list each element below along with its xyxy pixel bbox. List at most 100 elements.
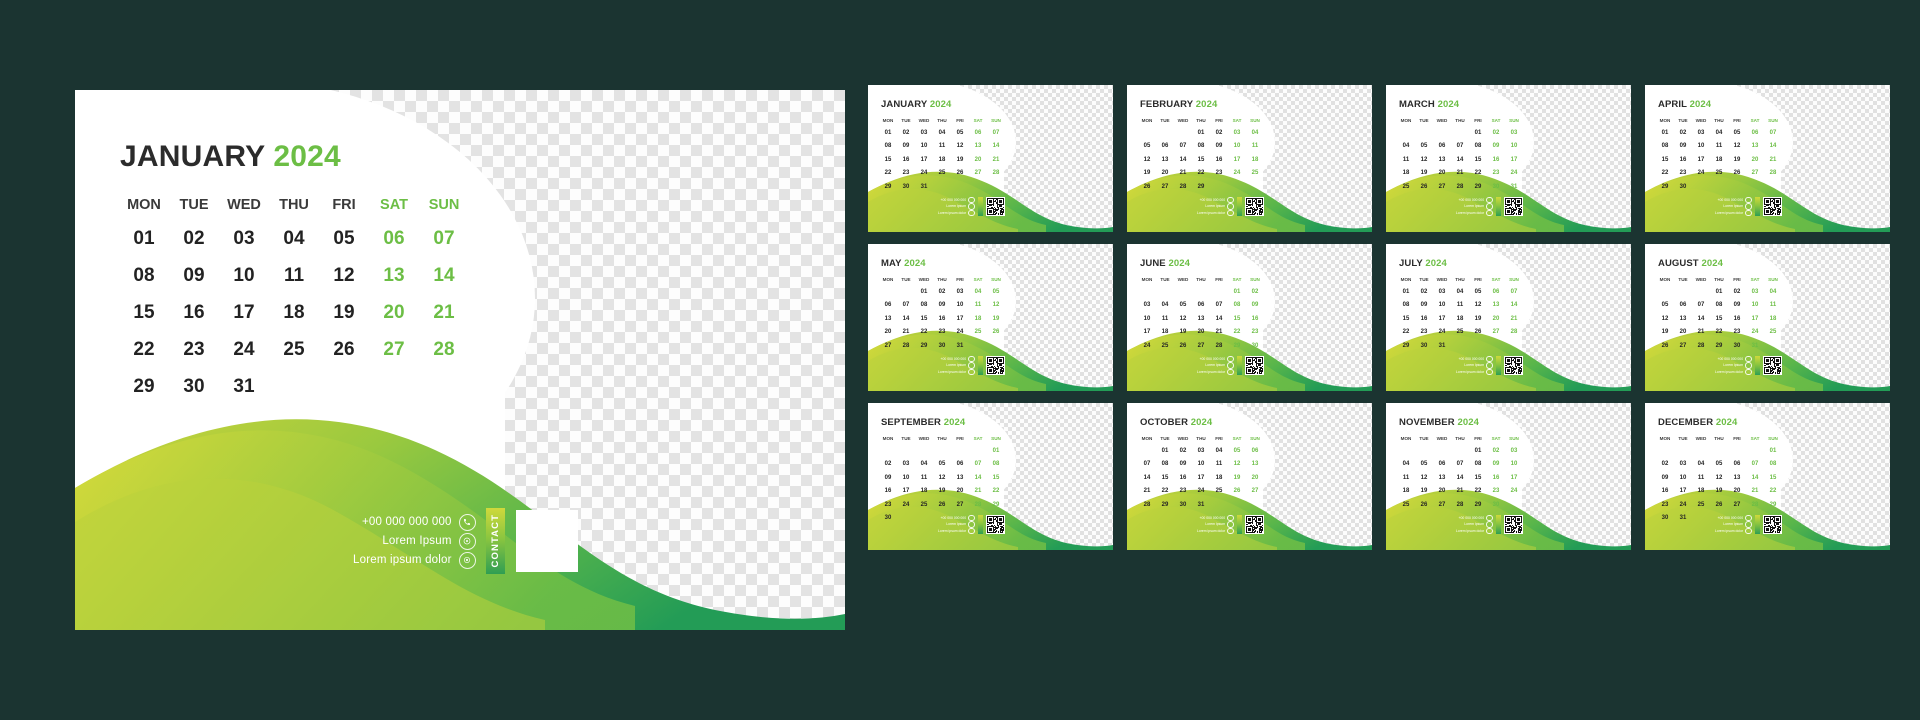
calendar-day-31[interactable]: 31 [1192, 498, 1210, 512]
calendar-day-23[interactable]: 23 [1415, 326, 1433, 340]
calendar-day-29[interactable]: 29 [1156, 498, 1174, 512]
calendar-day-18[interactable]: 18 [269, 294, 319, 331]
calendar-day-09[interactable]: 09 [1728, 299, 1746, 313]
calendar-day-12[interactable]: 12 [1415, 153, 1433, 167]
calendar-day-23[interactable]: 23 [1246, 326, 1264, 340]
calendar-day-29[interactable]: 29 [1469, 498, 1487, 512]
calendar-day-19[interactable]: 19 [319, 294, 369, 331]
calendar-day-26[interactable]: 26 [1415, 498, 1433, 512]
calendar-day-27[interactable]: 27 [951, 498, 969, 512]
calendar-day-22[interactable]: 22 [1764, 485, 1782, 499]
calendar-day-06[interactable]: 06 [879, 299, 897, 313]
calendar-day-13[interactable]: 13 [1746, 140, 1764, 154]
month-thumbnail-february[interactable]: FEBRUARY 2024 MON TUE WED THU FRI SAT SUN 01 02 03… [1127, 85, 1372, 232]
calendar-day-04[interactable]: 04 [269, 220, 319, 257]
calendar-day-08[interactable]: 08 [1228, 299, 1246, 313]
calendar-day-10[interactable]: 10 [1138, 312, 1156, 326]
calendar-day-07[interactable]: 07 [1138, 458, 1156, 472]
calendar-day-08[interactable]: 08 [1469, 140, 1487, 154]
qr-code[interactable] [1763, 355, 1783, 375]
calendar-day-13[interactable]: 13 [1246, 458, 1264, 472]
calendar-day-12[interactable]: 12 [319, 257, 369, 294]
calendar-day-02[interactable]: 02 [933, 285, 951, 299]
calendar-day-10[interactable]: 10 [951, 299, 969, 313]
calendar-day-14[interactable]: 14 [1505, 299, 1523, 313]
calendar-day-15[interactable]: 15 [1656, 153, 1674, 167]
month-thumbnail-january[interactable]: JANUARY 2024 MON TUE WED THU FRI SAT SUN 01 02 03 0… [868, 85, 1113, 232]
month-thumbnail-october[interactable]: OCTOBER 2024 MON TUE WED THU FRI SAT SUN 01 02 03 0… [1127, 403, 1372, 550]
calendar-day-18[interactable]: 18 [1710, 153, 1728, 167]
calendar-day-31[interactable]: 31 [1505, 180, 1523, 194]
calendar-day-10[interactable]: 10 [1433, 299, 1451, 313]
calendar-day-31[interactable]: 31 [1674, 512, 1692, 526]
calendar-day-17[interactable]: 17 [1505, 153, 1523, 167]
calendar-day-18[interactable]: 18 [1210, 471, 1228, 485]
calendar-day-27[interactable]: 27 [969, 167, 987, 181]
calendar-day-07[interactable]: 07 [897, 299, 915, 313]
calendar-day-29[interactable]: 29 [1397, 339, 1415, 353]
calendar-day-03[interactable]: 03 [1192, 444, 1210, 458]
calendar-day-30[interactable]: 30 [1728, 339, 1746, 353]
calendar-day-11[interactable]: 11 [1451, 299, 1469, 313]
calendar-day-06[interactable]: 06 [969, 126, 987, 140]
calendar-day-20[interactable]: 20 [1728, 485, 1746, 499]
calendar-day-30[interactable]: 30 [169, 368, 219, 405]
calendar-day-07[interactable]: 07 [1451, 458, 1469, 472]
calendar-day-24[interactable]: 24 [1505, 167, 1523, 181]
calendar-day-20[interactable]: 20 [951, 485, 969, 499]
calendar-day-04[interactable]: 04 [969, 285, 987, 299]
calendar-day-02[interactable]: 02 [1656, 458, 1674, 472]
calendar-day-03[interactable]: 03 [1505, 444, 1523, 458]
calendar-day-30[interactable]: 30 [1487, 498, 1505, 512]
calendar-day-27[interactable]: 27 [1674, 339, 1692, 353]
calendar-day-18[interactable]: 18 [1451, 312, 1469, 326]
calendar-day-28[interactable]: 28 [1451, 180, 1469, 194]
calendar-day-14[interactable]: 14 [1746, 471, 1764, 485]
calendar-day-09[interactable]: 09 [1487, 140, 1505, 154]
calendar-day-15[interactable]: 15 [915, 312, 933, 326]
calendar-day-31[interactable]: 31 [951, 339, 969, 353]
calendar-day-19[interactable]: 19 [1728, 153, 1746, 167]
calendar-day-15[interactable]: 15 [1469, 153, 1487, 167]
calendar-day-23[interactable]: 23 [1487, 485, 1505, 499]
calendar-day-20[interactable]: 20 [1433, 167, 1451, 181]
calendar-day-06[interactable]: 06 [1433, 140, 1451, 154]
calendar-day-11[interactable]: 11 [269, 257, 319, 294]
calendar-day-01[interactable]: 01 [915, 285, 933, 299]
calendar-day-25[interactable]: 25 [969, 326, 987, 340]
calendar-day-17[interactable]: 17 [219, 294, 269, 331]
calendar-day-16[interactable]: 16 [1487, 153, 1505, 167]
calendar-day-26[interactable]: 26 [1415, 180, 1433, 194]
calendar-day-15[interactable]: 15 [1764, 471, 1782, 485]
calendar-day-20[interactable]: 20 [879, 326, 897, 340]
calendar-day-26[interactable]: 26 [1138, 180, 1156, 194]
calendar-day-25[interactable]: 25 [1451, 326, 1469, 340]
calendar-day-09[interactable]: 09 [1174, 458, 1192, 472]
calendar-day-22[interactable]: 22 [1469, 485, 1487, 499]
month-thumbnail-november[interactable]: NOVEMBER 2024 MON TUE WED THU FRI SAT SUN 01 02 03… [1386, 403, 1631, 550]
calendar-day-09[interactable]: 09 [933, 299, 951, 313]
calendar-day-08[interactable]: 08 [119, 257, 169, 294]
calendar-day-07[interactable]: 07 [969, 458, 987, 472]
calendar-day-25[interactable]: 25 [1210, 485, 1228, 499]
calendar-day-20[interactable]: 20 [1246, 471, 1264, 485]
calendar-day-27[interactable]: 27 [369, 331, 419, 368]
calendar-day-11[interactable]: 11 [969, 299, 987, 313]
calendar-day-16[interactable]: 16 [1728, 312, 1746, 326]
calendar-day-07[interactable]: 07 [1764, 126, 1782, 140]
calendar-day-04[interactable]: 04 [1246, 126, 1264, 140]
calendar-day-27[interactable]: 27 [1433, 498, 1451, 512]
calendar-day-11[interactable]: 11 [933, 140, 951, 154]
calendar-day-23[interactable]: 23 [1656, 498, 1674, 512]
calendar-day-24[interactable]: 24 [1433, 326, 1451, 340]
calendar-day-25[interactable]: 25 [1692, 498, 1710, 512]
calendar-day-05[interactable]: 05 [933, 458, 951, 472]
calendar-day-13[interactable]: 13 [1674, 312, 1692, 326]
calendar-day-05[interactable]: 05 [1728, 126, 1746, 140]
calendar-day-23[interactable]: 23 [1728, 326, 1746, 340]
calendar-day-21[interactable]: 21 [1210, 326, 1228, 340]
calendar-day-06[interactable]: 06 [1674, 299, 1692, 313]
calendar-day-26[interactable]: 26 [987, 326, 1005, 340]
calendar-day-21[interactable]: 21 [1451, 167, 1469, 181]
calendar-day-24[interactable]: 24 [1674, 498, 1692, 512]
